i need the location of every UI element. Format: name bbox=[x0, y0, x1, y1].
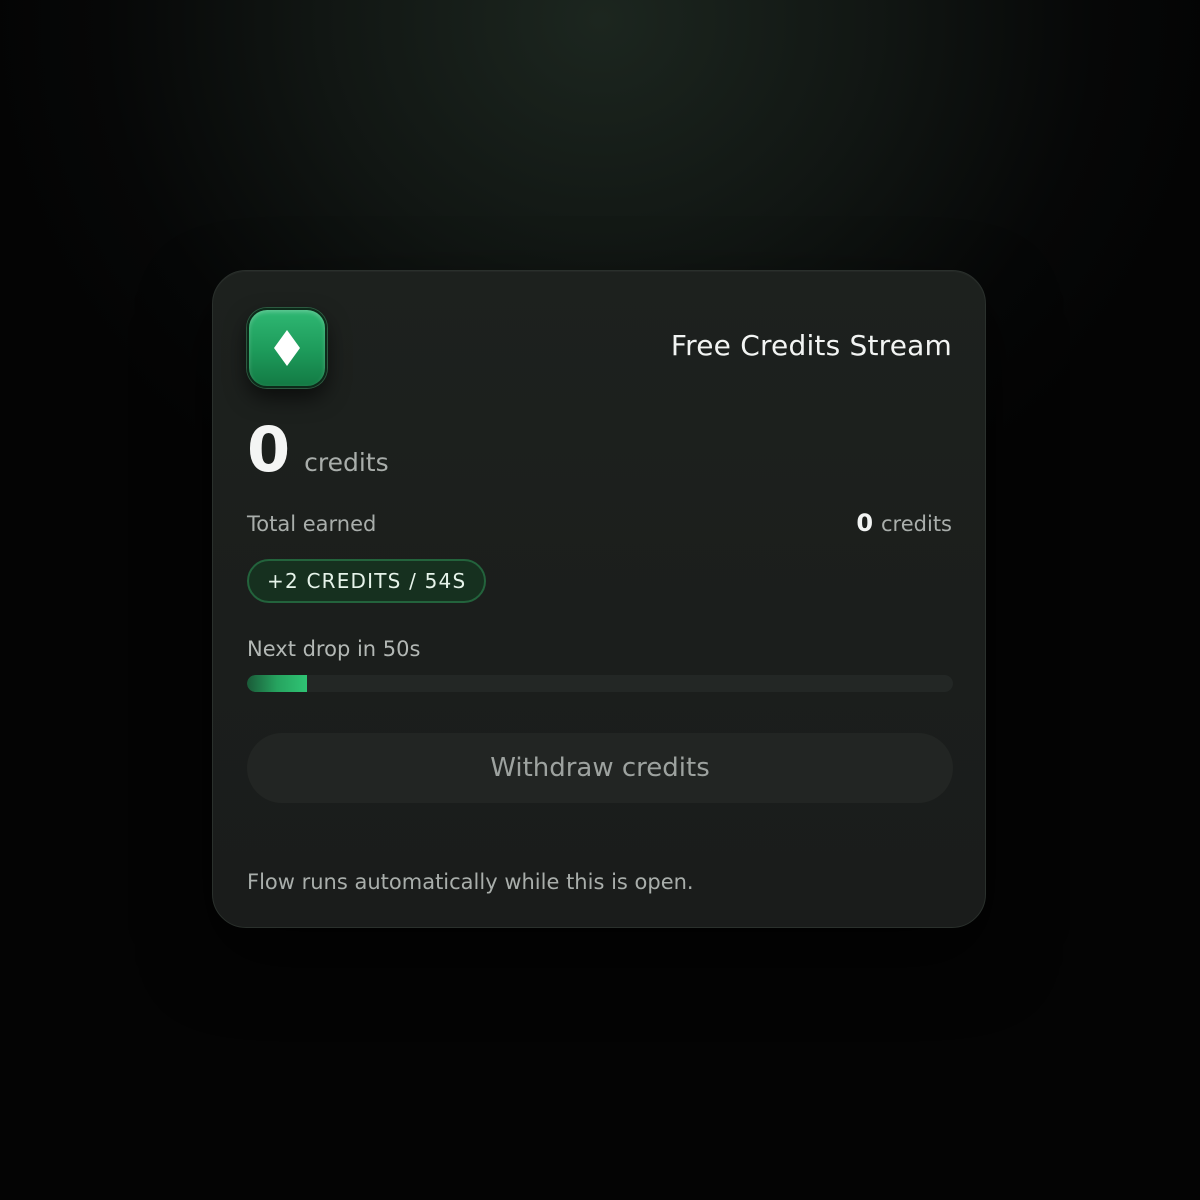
total-earned-number: 0 bbox=[856, 509, 874, 537]
balance-value: 0 bbox=[247, 413, 291, 486]
balance-display: 0 credits bbox=[247, 419, 389, 481]
balance-unit: credits bbox=[304, 448, 389, 477]
credits-stream-card: Free Credits Stream 0 credits Total earn… bbox=[212, 270, 986, 928]
footer-note: Flow runs automatically while this is op… bbox=[247, 870, 694, 894]
rate-badge: +2 CREDITS / 54S bbox=[247, 559, 487, 603]
next-drop-progress-bar bbox=[247, 675, 953, 692]
total-earned-unit: credits bbox=[881, 512, 952, 536]
progress-fill bbox=[247, 675, 307, 692]
total-earned-label: Total earned bbox=[247, 512, 377, 536]
card-title: Free Credits Stream bbox=[670, 329, 952, 362]
next-drop-label: Next drop in 50s bbox=[247, 637, 421, 661]
diamond-icon bbox=[274, 330, 300, 366]
total-earned-value: 0 credits bbox=[856, 509, 952, 537]
withdraw-credits-button[interactable]: Withdraw credits bbox=[247, 733, 953, 803]
app-icon bbox=[247, 308, 327, 388]
